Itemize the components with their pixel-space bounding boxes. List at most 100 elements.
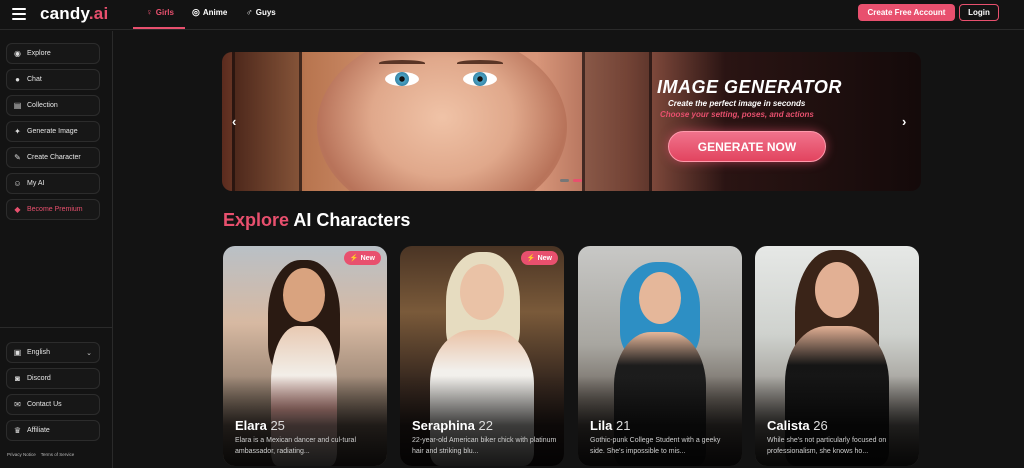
sidebar-item-label: Affiliate	[27, 427, 50, 434]
image-gen-icon: ✦	[14, 127, 21, 136]
sidebar-item-label: Chat	[27, 76, 42, 83]
character-card[interactable]: ⚡ New Elara 25 Elara is a Mexican dancer …	[223, 246, 387, 466]
collection-icon: ▤	[13, 101, 22, 110]
sidebar-item-label: Create Character	[27, 154, 81, 161]
sidebar-item-create-character[interactable]: ✎ Create Character	[6, 147, 100, 168]
character-name: Lila	[590, 418, 613, 433]
trophy-icon: ♛	[13, 426, 22, 435]
sidebar-item-label: Discord	[27, 375, 51, 382]
sidebar-divider	[0, 327, 113, 328]
chevron-down-icon: ⌄	[86, 349, 92, 357]
sidebar: ◉ Explore ● Chat ▤ Collection ✦ Generate Ima…	[0, 31, 113, 468]
bolt-icon: ⚡	[526, 255, 536, 262]
hamburger-menu-icon[interactable]	[12, 8, 26, 20]
head-shape	[283, 268, 325, 322]
card-description: Elara is a Mexican dancer and cul-tural …	[235, 437, 357, 455]
logo-suffix: .ai	[88, 4, 109, 23]
character-name: Calista	[767, 418, 810, 433]
brow-decoration	[457, 60, 503, 66]
language-label: English	[27, 349, 50, 356]
tab-anime[interactable]: ◎ Anime	[192, 7, 227, 18]
card-name: Elara 25	[235, 418, 285, 433]
section-title-rest: AI Characters	[289, 210, 411, 230]
head-shape	[460, 264, 504, 320]
banner-subtitle-accent: Choose your setting, poses, and actions	[660, 110, 814, 119]
male-icon: ♂	[246, 7, 253, 17]
character-card[interactable]: ⚡ New Seraphina 22 22-year-old American b…	[400, 246, 564, 466]
tab-girls-label: Girls	[155, 7, 174, 17]
sidebar-item-affiliate[interactable]: ♛ Affiliate	[6, 420, 100, 441]
character-card[interactable]: Lila 21 Gothic-punk College Student with…	[578, 246, 742, 466]
flag-icon: ▣	[13, 348, 22, 357]
logo-text: candy	[40, 4, 89, 23]
sidebar-item-generate-image[interactable]: ✦ Generate Image	[6, 121, 100, 142]
banner-next-arrow-icon[interactable]: ›	[902, 114, 906, 129]
card-description: Gothic-punk College Student with a geeky…	[590, 437, 721, 455]
anime-icon: ◎	[192, 7, 200, 17]
create-account-button[interactable]: Create Free Account	[858, 4, 955, 21]
character-age: 22	[478, 418, 493, 433]
brow-decoration	[379, 60, 425, 66]
new-badge: ⚡ New	[343, 251, 381, 265]
tab-anime-label: Anime	[202, 8, 228, 17]
bolt-icon: ⚡	[349, 255, 359, 262]
card-name: Calista 26	[767, 418, 828, 433]
sidebar-item-label: Generate Image	[27, 128, 78, 135]
head-shape	[815, 262, 859, 318]
sidebar-item-label: My AI	[27, 180, 45, 187]
banner-prev-arrow-icon[interactable]: ‹	[232, 114, 236, 129]
chat-icon: ●	[15, 75, 20, 84]
top-navbar: candy.ai ♀ Girls ◎ Anime ♂ Guys Create F…	[0, 0, 1024, 30]
promo-banner[interactable]: ‹ › IMAGE GENERATOR Create the perfect i…	[222, 52, 921, 191]
logo[interactable]: candy.ai	[40, 4, 108, 24]
film-strip-decoration	[582, 52, 652, 191]
character-card[interactable]: Calista 26 While she's not particularly …	[755, 246, 919, 466]
sidebar-item-label: Collection	[27, 102, 58, 109]
active-tab-indicator	[133, 27, 185, 29]
sidebar-item-collection[interactable]: ▤ Collection	[6, 95, 100, 116]
sidebar-item-my-ai[interactable]: ☺ My AI	[6, 173, 100, 194]
sidebar-item-explore[interactable]: ◉ Explore	[6, 43, 100, 64]
diamond-icon: ◆	[14, 205, 21, 214]
banner-subtitle: Create the perfect image in seconds	[668, 99, 806, 108]
carousel-dot[interactable]	[560, 179, 569, 182]
card-description: 22-year-old American biker chick with pl…	[412, 437, 557, 455]
character-age: 25	[270, 418, 285, 433]
card-name: Seraphina 22	[412, 418, 493, 433]
film-strip-decoration	[232, 52, 302, 191]
section-title-highlight: Explore	[223, 210, 290, 230]
banner-title: IMAGE GENERATOR	[657, 77, 842, 97]
carousel-dot-active[interactable]	[573, 179, 582, 182]
character-age: 21	[616, 418, 631, 433]
sidebar-item-contact[interactable]: ✉ Contact Us	[6, 394, 100, 415]
privacy-notice-link[interactable]: Privacy Notice	[7, 452, 36, 457]
eye-decoration	[463, 72, 497, 86]
carousel-dots	[560, 179, 582, 182]
head-shape	[639, 272, 681, 324]
language-select[interactable]: ▣ English ⌄	[6, 342, 100, 363]
badge-label: New	[537, 254, 552, 262]
sidebar-item-label: Contact Us	[27, 401, 62, 408]
sidebar-item-discord[interactable]: ◙ Discord	[6, 368, 100, 389]
compass-icon: ◉	[14, 49, 21, 58]
discord-icon: ◙	[15, 374, 20, 383]
female-icon: ♀	[146, 7, 153, 17]
sidebar-item-label: Become Premium	[27, 206, 83, 213]
wand-icon: ✎	[14, 153, 21, 162]
footer-links: Privacy Notice Terms of Service	[7, 452, 74, 457]
tab-girls[interactable]: ♀ Girls	[146, 7, 174, 17]
card-description: While she's not particularly focused on …	[767, 437, 887, 455]
badge-label: New	[360, 254, 375, 262]
sidebar-item-chat[interactable]: ● Chat	[6, 69, 100, 90]
mail-icon: ✉	[14, 400, 21, 409]
tab-guys-label: Guys	[255, 7, 276, 17]
card-name: Lila 21	[590, 418, 631, 433]
tab-guys[interactable]: ♂ Guys	[246, 7, 276, 17]
character-name: Seraphina	[412, 418, 475, 433]
generate-now-button[interactable]: GENERATE NOW	[668, 131, 826, 162]
terms-link[interactable]: Terms of Service	[41, 452, 75, 457]
sidebar-item-label: Explore	[27, 50, 51, 57]
banner-face-image	[317, 52, 567, 191]
sidebar-item-premium[interactable]: ◆ Become Premium	[6, 199, 100, 220]
login-button[interactable]: Login	[959, 4, 999, 21]
